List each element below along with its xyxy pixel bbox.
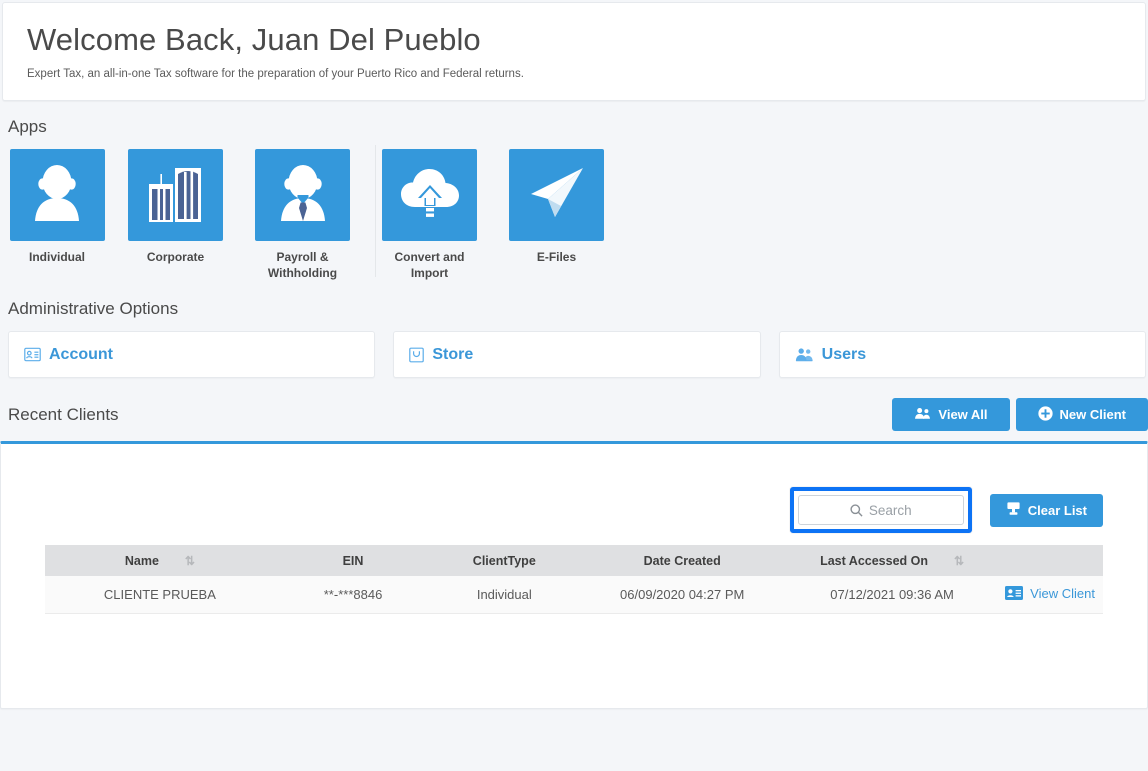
admin-option-label: Account xyxy=(49,345,113,363)
sort-icon[interactable]: ⇅ xyxy=(185,555,195,567)
admin-option-label: Users xyxy=(821,345,867,363)
search-input[interactable]: Search xyxy=(797,495,964,526)
shopping-bag-icon xyxy=(409,347,425,363)
app-tile-corporate[interactable]: Corporate xyxy=(112,149,239,266)
administrative-options-section: Administrative Options Account Store Use… xyxy=(0,281,1148,379)
admin-option-store[interactable]: Store xyxy=(393,331,761,379)
administrative-options-row: Account Store Users xyxy=(8,331,1148,379)
recent-clients-table: Name ⇅ EIN ClientType Date Created Last … xyxy=(45,545,1103,614)
column-header-name[interactable]: Name ⇅ xyxy=(45,545,275,577)
app-tile-payroll-withholding[interactable]: Payroll & Withholding xyxy=(239,149,366,281)
app-tile-background xyxy=(509,149,604,242)
column-header-clienttype[interactable]: ClientType xyxy=(431,545,578,577)
app-label: Payroll & Withholding xyxy=(267,250,338,280)
id-card-icon xyxy=(24,347,41,362)
recent-clients-card: Search Clear List Name ⇅ EIN ClientType … xyxy=(0,441,1148,710)
apps-group-divider xyxy=(375,145,376,278)
id-card-icon xyxy=(1005,586,1024,601)
search-placeholder: Search xyxy=(868,502,912,518)
recent-clients-section: Recent Clients View All New Client Searc… xyxy=(0,378,1148,710)
plus-circle-icon xyxy=(1037,406,1053,424)
apps-section: Apps Individual Corporate Payroll & With… xyxy=(0,101,1148,281)
app-label: Convert and Import xyxy=(394,250,465,280)
view-client-link[interactable]: View Client xyxy=(1005,586,1095,601)
app-tile-convert-and-import[interactable]: Convert and Import xyxy=(366,149,493,281)
column-header-ein[interactable]: EIN xyxy=(274,545,432,577)
table-body: CLIENTE PRUEBA **-***8846 Individual 06/… xyxy=(45,576,1103,614)
app-tile-individual[interactable]: Individual xyxy=(2,149,112,266)
app-tile-background xyxy=(255,149,350,242)
cloud-upload-icon xyxy=(399,166,461,225)
column-header-actions xyxy=(997,545,1103,577)
clear-list-label: Clear List xyxy=(1027,502,1087,518)
new-client-button[interactable]: New Client xyxy=(1015,398,1148,432)
users-icon xyxy=(914,407,931,423)
table-toolbar: Search Clear List xyxy=(1,444,1147,534)
app-tile-background xyxy=(382,149,477,242)
welcome-card: Welcome Back, Juan Del Pueblo Expert Tax… xyxy=(2,2,1146,102)
clear-list-button[interactable]: Clear List xyxy=(989,493,1103,527)
app-tile-background xyxy=(9,149,105,242)
apps-heading: Apps xyxy=(8,117,47,137)
app-label: E-Files xyxy=(536,250,577,265)
table-head: Name ⇅ EIN ClientType Date Created Last … xyxy=(45,545,1103,577)
recent-clients-heading: Recent Clients xyxy=(8,404,119,424)
cell-clienttype: Individual xyxy=(431,576,578,614)
recent-clients-actions: View All New Client xyxy=(892,398,1148,432)
new-client-label: New Client xyxy=(1059,407,1126,423)
admin-option-account[interactable]: Account xyxy=(8,331,376,379)
admin-option-users[interactable]: Users xyxy=(778,331,1146,379)
administrative-options-heading: Administrative Options xyxy=(8,299,179,319)
view-all-label: View All xyxy=(938,407,988,423)
table-row[interactable]: CLIENTE PRUEBA **-***8846 Individual 06/… xyxy=(45,576,1103,614)
app-label: Individual xyxy=(28,250,85,265)
page-subtitle: Expert Tax, an all-in-one Tax software f… xyxy=(27,68,524,81)
app-label: Corporate xyxy=(146,250,205,265)
app-tile-background xyxy=(128,149,223,242)
cell-actions: View Client xyxy=(997,576,1103,614)
app-tile-e-files[interactable]: E-Files xyxy=(493,149,620,266)
view-all-button[interactable]: View All xyxy=(892,398,1010,432)
apps-row: Individual Corporate Payroll & Withholdi… xyxy=(8,145,1148,281)
table-header-row: Name ⇅ EIN ClientType Date Created Last … xyxy=(45,545,1103,577)
paper-plane-icon xyxy=(528,165,586,226)
recent-clients-header: Recent Clients View All New Client xyxy=(8,398,1148,432)
search-highlight-ring: Search xyxy=(789,487,972,534)
page-title: Welcome Back, Juan Del Pueblo xyxy=(27,22,481,57)
column-label: Name xyxy=(124,553,159,568)
person-tie-icon xyxy=(276,164,330,227)
cell-last-accessed: 07/12/2021 09:36 AM xyxy=(787,576,998,614)
users-icon xyxy=(795,347,814,362)
admin-option-label: Store xyxy=(432,345,474,363)
eraser-icon xyxy=(1006,501,1021,519)
buildings-icon xyxy=(147,162,205,229)
cell-ein: **-***8846 xyxy=(274,576,432,614)
cell-date-created: 06/09/2020 04:27 PM xyxy=(577,576,787,614)
column-header-date-created[interactable]: Date Created xyxy=(577,545,787,577)
cell-name: CLIENTE PRUEBA xyxy=(45,576,275,614)
column-label: Last Accessed On xyxy=(820,553,928,568)
search-icon xyxy=(850,504,863,517)
sort-icon[interactable]: ⇅ xyxy=(954,555,964,567)
person-icon xyxy=(30,164,84,227)
view-client-label: View Client xyxy=(1030,585,1095,601)
column-header-last-accessed-on[interactable]: Last Accessed On ⇅ xyxy=(787,545,998,577)
